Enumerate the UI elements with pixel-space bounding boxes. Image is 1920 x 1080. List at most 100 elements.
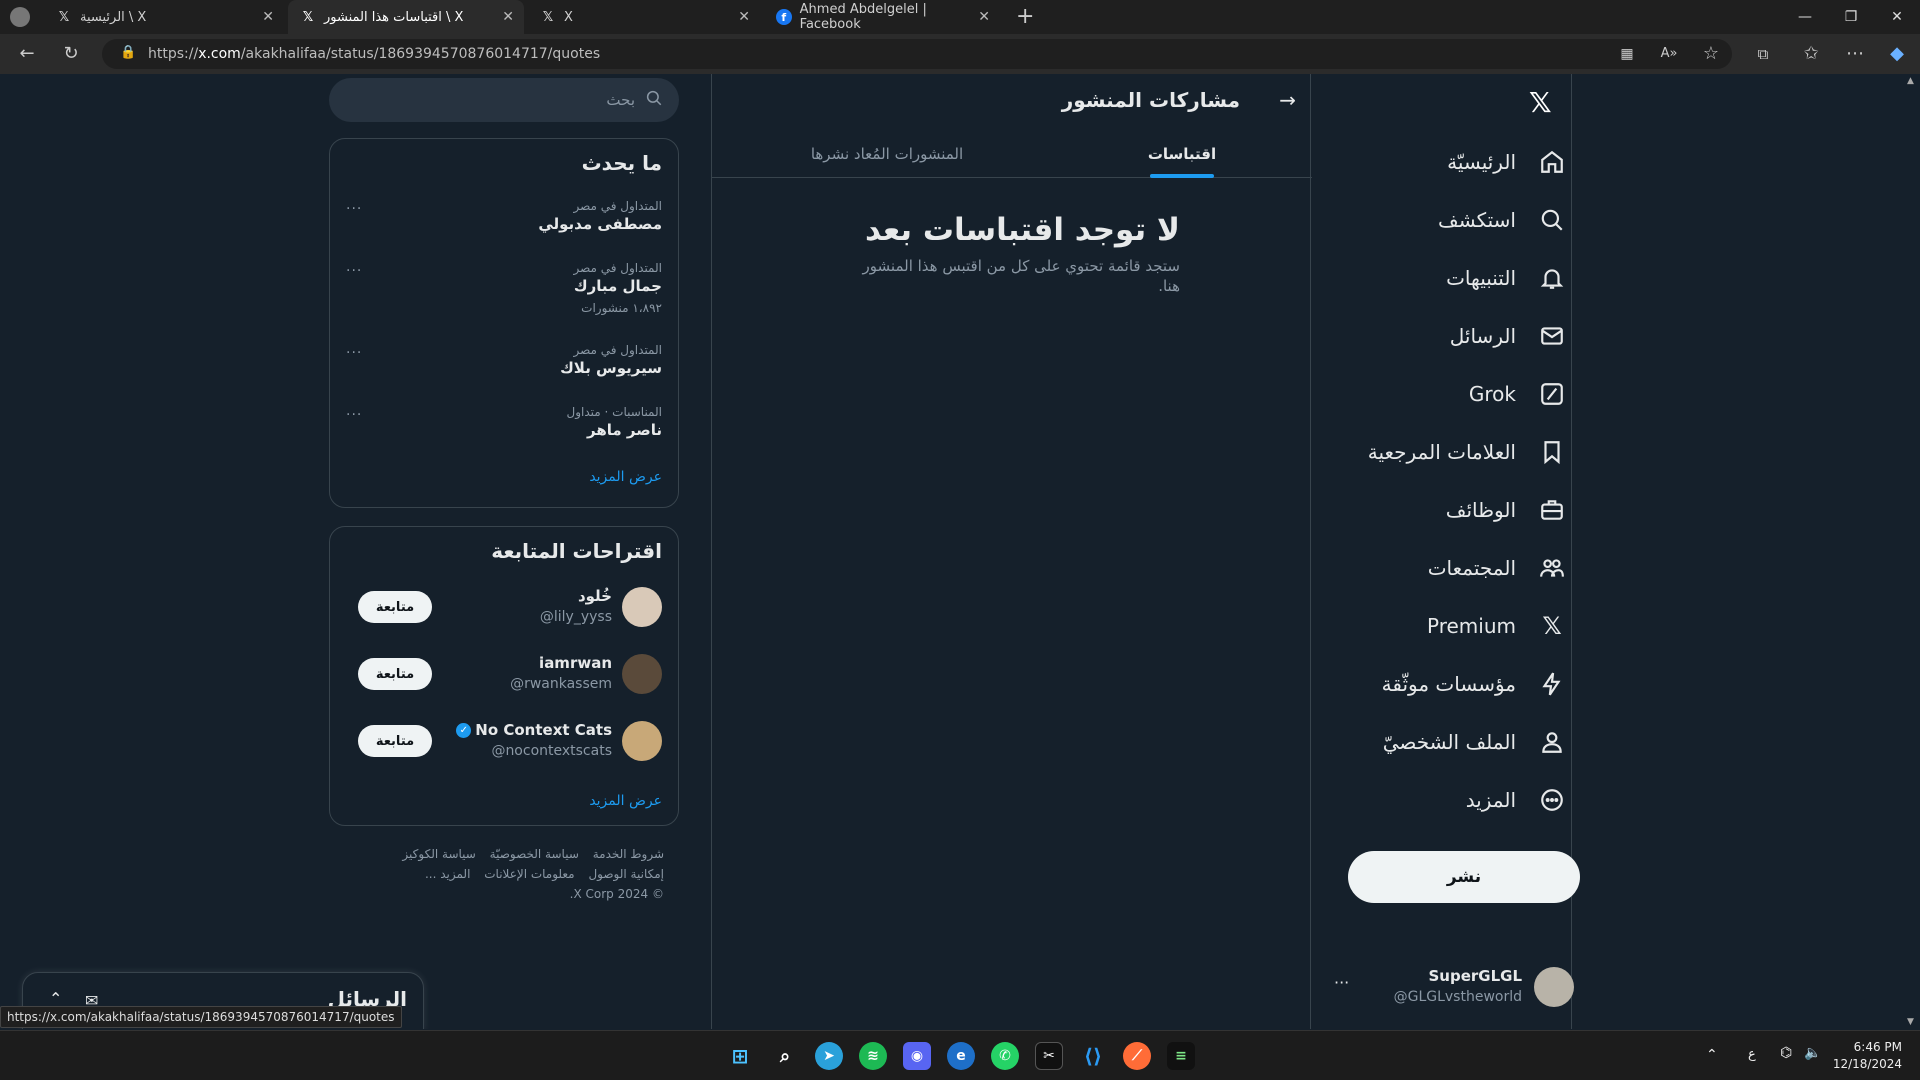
minimize-button[interactable]: — bbox=[1782, 0, 1828, 34]
tray-chevron-icon[interactable]: ⌃ bbox=[1706, 1047, 1718, 1063]
scroll-down-icon[interactable]: ▼ bbox=[1907, 1017, 1914, 1027]
postman-icon[interactable]: ⟋ bbox=[1123, 1042, 1151, 1070]
restore-button[interactable]: ❐ bbox=[1828, 0, 1874, 34]
card-title: اقتراحات المتابعة bbox=[491, 539, 662, 563]
close-icon[interactable]: ✕ bbox=[262, 9, 274, 25]
capcut-icon[interactable]: ✂ bbox=[1035, 1042, 1063, 1070]
input-language[interactable]: ع bbox=[1748, 1047, 1756, 1062]
discord-icon[interactable]: ◉ bbox=[903, 1042, 931, 1070]
app-icon[interactable]: ≡ bbox=[1167, 1042, 1195, 1070]
search-box[interactable]: بحث bbox=[329, 78, 679, 122]
refresh-button[interactable]: ↻ bbox=[58, 42, 84, 66]
post-button[interactable]: نشر bbox=[1348, 851, 1580, 903]
vscode-icon[interactable]: ⟨⟩ bbox=[1079, 1042, 1107, 1070]
nav-explore[interactable]: استكشف bbox=[1438, 200, 1566, 240]
nav-verified-orgs[interactable]: مؤسسات موثّقة bbox=[1382, 664, 1566, 704]
footer-link[interactable]: سياسة الخصوصيّة bbox=[490, 847, 579, 861]
new-tab-button[interactable]: + bbox=[1016, 4, 1034, 29]
tab-title: X bbox=[564, 9, 573, 25]
nav-jobs[interactable]: الوظائف bbox=[1446, 490, 1566, 530]
url-field[interactable]: 🔒 https://x.com/akakhalifaa/status/18693… bbox=[102, 39, 1732, 69]
profile-avatar[interactable] bbox=[10, 7, 30, 27]
settings-more-icon[interactable]: ⋯ bbox=[1842, 42, 1868, 66]
copilot-icon[interactable]: ◆ bbox=[1884, 42, 1910, 66]
more-options-icon[interactable]: ··· bbox=[346, 407, 362, 423]
more-options-icon[interactable]: ··· bbox=[1334, 973, 1349, 992]
scroll-up-icon[interactable]: ▲ bbox=[1907, 76, 1914, 86]
favorite-star-icon[interactable]: ☆ bbox=[1698, 42, 1724, 66]
more-options-icon[interactable]: ··· bbox=[346, 345, 362, 361]
show-more-link[interactable]: عرض المزيد bbox=[589, 469, 662, 485]
trend-item[interactable]: المناسبات · متداول ناصر ماهر bbox=[344, 405, 662, 439]
read-aloud-icon[interactable]: A» bbox=[1656, 42, 1682, 66]
search-icon[interactable]: ⌕ bbox=[771, 1042, 799, 1070]
close-icon[interactable]: ✕ bbox=[738, 9, 750, 25]
browser-tabbar: 𝕏 الرئيسية \ X ✕ 𝕏 اقتباسات هذا المنشور … bbox=[0, 0, 1920, 34]
nav-more[interactable]: المزيد bbox=[1466, 780, 1566, 820]
whats-happening-card: ما يحدث المتداول في مصر مصطفى مدبولي ···… bbox=[329, 138, 679, 508]
nav-home[interactable]: الرئيسيّة bbox=[1447, 142, 1566, 182]
browser-tab-facebook[interactable]: f Ahmed Abdelgelel | Facebook ✕ bbox=[764, 0, 1000, 34]
tab-title: اقتباسات هذا المنشور \ X bbox=[324, 9, 464, 25]
nav-communities[interactable]: المجتمعات bbox=[1428, 548, 1566, 588]
nav-premium[interactable]: 𝕏 Premium bbox=[1427, 606, 1566, 646]
footer-link[interactable]: إمكانية الوصول bbox=[588, 867, 664, 881]
nav-bookmarks[interactable]: العلامات المرجعية bbox=[1368, 432, 1566, 472]
x-logo-icon: 𝕏 bbox=[302, 9, 314, 25]
trend-count: ١،٨٩٢ منشورات bbox=[581, 301, 662, 315]
extensions-icon[interactable]: ⧉ bbox=[1750, 42, 1776, 66]
browser-tab-quotes[interactable]: 𝕏 اقتباسات هذا المنشور \ X ✕ bbox=[288, 0, 524, 34]
spotify-icon[interactable]: ≋ bbox=[859, 1042, 887, 1070]
close-icon[interactable]: ✕ bbox=[978, 9, 990, 25]
close-icon[interactable]: ✕ bbox=[502, 9, 514, 25]
close-window-button[interactable]: ✕ bbox=[1874, 0, 1920, 34]
follow-suggestion[interactable]: No Context Cats ✓ @nocontextscats متابعة bbox=[344, 721, 662, 771]
footer-link[interactable]: معلومات الإعلانات bbox=[484, 867, 574, 881]
windows-start-icon[interactable]: ⊞ bbox=[726, 1042, 754, 1070]
follow-button[interactable]: متابعة bbox=[358, 725, 432, 757]
follow-button[interactable]: متابعة bbox=[358, 658, 432, 690]
copyright: © 2024 X Corp. bbox=[569, 887, 664, 901]
favorites-icon[interactable]: ✩ bbox=[1798, 42, 1824, 66]
follow-suggestion[interactable]: خُلود @lily_yyss متابعة bbox=[344, 587, 662, 637]
follow-button[interactable]: متابعة bbox=[358, 591, 432, 623]
whatsapp-icon[interactable]: ✆ bbox=[991, 1042, 1019, 1070]
footer-line: شروط الخدمة سياسة الخصوصيّة سياسة الكوكي… bbox=[344, 844, 664, 864]
nav-grok[interactable]: Grok bbox=[1469, 374, 1566, 414]
more-options-icon[interactable]: ··· bbox=[346, 263, 362, 279]
telegram-icon[interactable]: ➤ bbox=[815, 1042, 843, 1070]
more-options-icon[interactable]: ··· bbox=[346, 201, 362, 217]
nav-label: Premium bbox=[1427, 614, 1516, 638]
nav-notifications[interactable]: التنبيهات bbox=[1446, 258, 1566, 298]
nav-messages[interactable]: الرسائل bbox=[1450, 316, 1566, 356]
nav-profile[interactable]: الملف الشخصيّ bbox=[1383, 722, 1566, 762]
back-button[interactable]: ← bbox=[14, 42, 40, 66]
show-more-link[interactable]: عرض المزيد bbox=[589, 793, 662, 809]
footer-link[interactable]: شروط الخدمة bbox=[593, 847, 664, 861]
clock-time: 6:46 PM bbox=[1853, 1040, 1902, 1054]
network-icon[interactable]: ⌬ bbox=[1780, 1045, 1792, 1061]
volume-icon[interactable]: 🔈 bbox=[1804, 1045, 1821, 1061]
account-switcher[interactable]: SuperGLGL @GLGLvstheworld ··· bbox=[1334, 959, 1574, 1015]
user-name-text: No Context Cats bbox=[475, 721, 612, 739]
trend-item[interactable]: المتداول في مصر جمال مبارك ١،٨٩٢ منشورات bbox=[344, 261, 662, 315]
footer-link[interactable]: المزيد ... bbox=[425, 867, 470, 881]
browser-tab-x[interactable]: 𝕏 X ✕ bbox=[528, 0, 760, 34]
browser-tab-home[interactable]: 𝕏 الرئيسية \ X ✕ bbox=[44, 0, 284, 34]
split-screen-icon[interactable]: ▦ bbox=[1614, 42, 1640, 66]
nav-label: مؤسسات موثّقة bbox=[1381, 672, 1516, 696]
scrollbar[interactable]: ▲ ▼ bbox=[1903, 74, 1920, 1029]
x-logo-icon[interactable]: 𝕏 bbox=[1529, 86, 1552, 119]
tab-quotes[interactable]: اقتباسات bbox=[1148, 130, 1216, 178]
trend-item[interactable]: المتداول في مصر سيريوس بلاك bbox=[344, 343, 662, 377]
system-clock[interactable]: 6:46 PM 12/18/2024 bbox=[1833, 1039, 1902, 1073]
edge-icon[interactable]: e bbox=[947, 1042, 975, 1070]
tab-reposts[interactable]: المنشورات المُعاد نشرها bbox=[802, 130, 972, 178]
trend-item[interactable]: المتداول في مصر مصطفى مدبولي bbox=[344, 199, 662, 233]
footer-link[interactable]: سياسة الكوكيز bbox=[402, 847, 475, 861]
trend-meta: المناسبات · متداول bbox=[566, 405, 662, 419]
follow-suggestion[interactable]: iamrwan @rwankassem متابعة bbox=[344, 654, 662, 704]
search-input[interactable]: بحث bbox=[606, 91, 635, 109]
back-arrow-icon[interactable]: → bbox=[1279, 88, 1296, 112]
nav-label: الرئيسيّة bbox=[1447, 150, 1516, 174]
